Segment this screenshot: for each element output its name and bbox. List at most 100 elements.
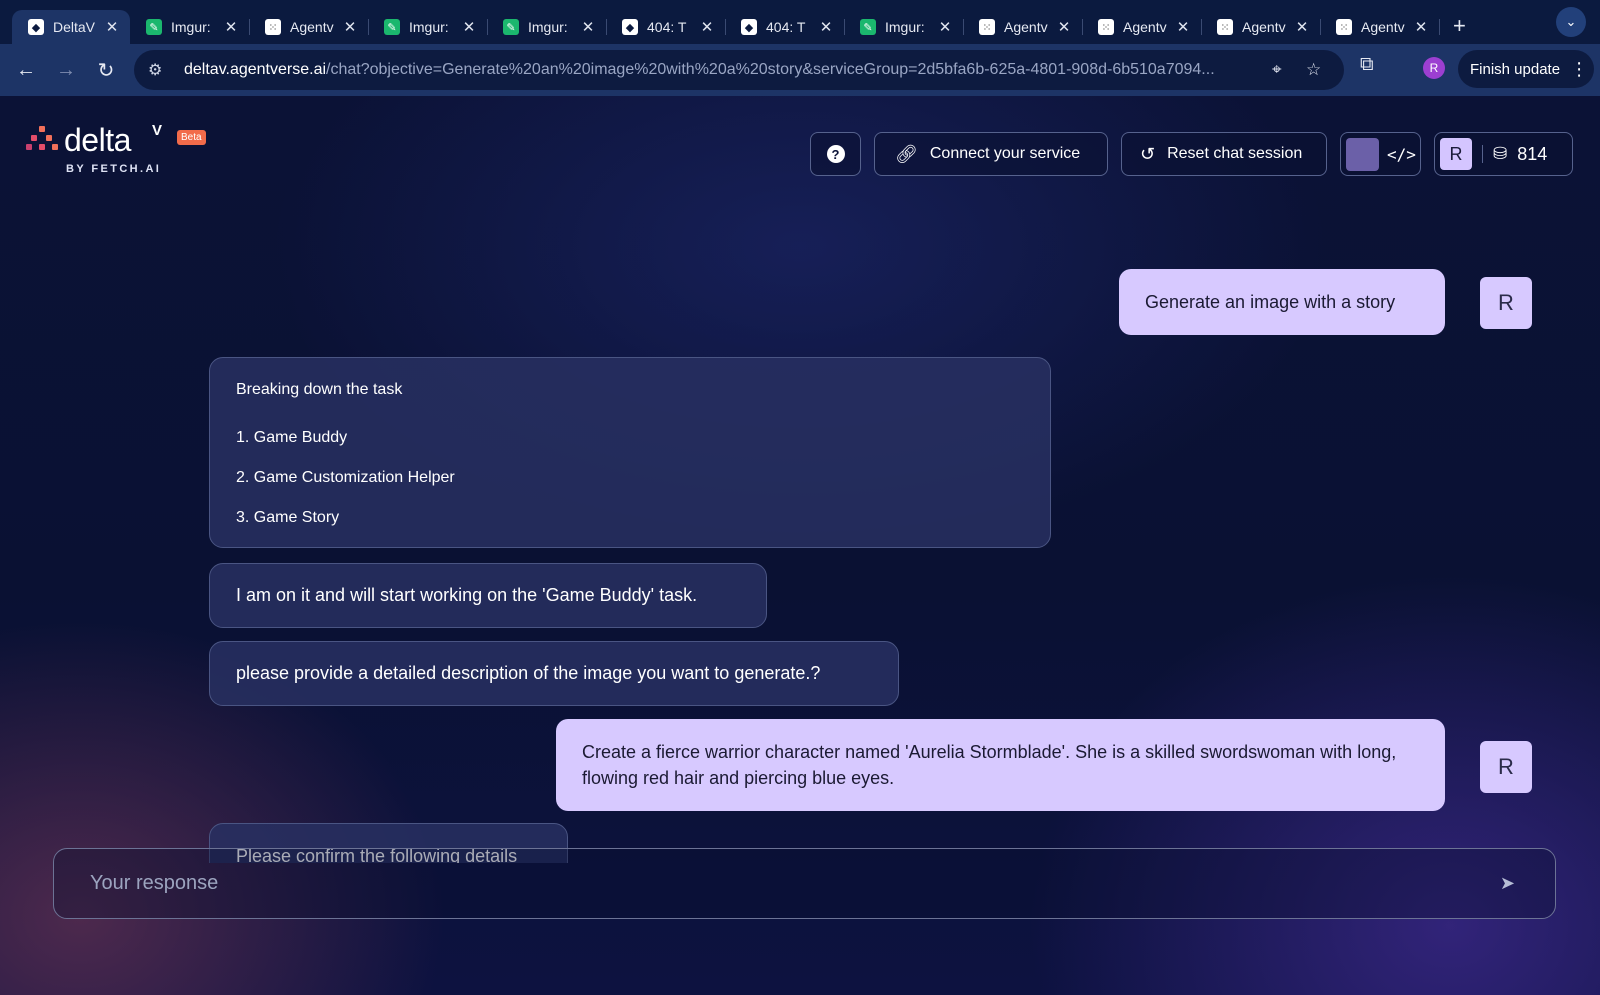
tab-title: Imgur: — [409, 19, 449, 35]
close-icon[interactable]: ✕ — [461, 18, 477, 36]
imgur-favicon-icon: ✎ — [384, 19, 400, 35]
close-icon[interactable]: ✕ — [1294, 18, 1310, 36]
logo-wordmark: delta — [64, 122, 131, 158]
browser-tab[interactable]: ✎ Imgur: ✕ — [368, 10, 488, 44]
browser-tab[interactable]: ⁙ Agentv ✕ — [1082, 10, 1202, 44]
finish-update-label: Finish update — [1470, 60, 1561, 78]
user-message-text: Generate an image with a story — [1145, 292, 1396, 312]
imgur-favicon-icon: ✎ — [146, 19, 162, 35]
account-credits-button[interactable]: R ⛁ 814 — [1434, 132, 1573, 176]
browser-tab[interactable]: ✎ Imgur: ✕ — [487, 10, 607, 44]
task-item: 1. Game Buddy — [236, 429, 348, 446]
forward-arrow-icon[interactable]: → — [48, 52, 84, 88]
tab-title: Agentv — [1242, 19, 1286, 35]
code-icon: </> — [1387, 144, 1416, 164]
browser-tab[interactable]: ⁙ Agentv ✕ — [1201, 10, 1321, 44]
site-settings-icon[interactable]: ⚙ — [148, 60, 170, 80]
agentverse-favicon-icon: ⁙ — [1217, 19, 1233, 35]
tab-title: Agentv — [1004, 19, 1048, 35]
more-vertical-icon[interactable]: ⋮ — [1570, 59, 1588, 80]
browser-toolbar: ← → ↻ ⚙ deltav.agentverse.ai/chat?object… — [0, 44, 1600, 96]
close-icon[interactable]: ✕ — [699, 18, 715, 36]
agent-message-text: I am on it and will start working on the… — [236, 585, 698, 605]
agent-message: please provide a detailed description of… — [209, 641, 899, 706]
close-icon[interactable]: ✕ — [580, 18, 596, 36]
browser-tab[interactable]: ⁙ Agentv ✕ — [249, 10, 369, 44]
agentverse-favicon-icon: ⁙ — [1336, 19, 1352, 35]
divider — [1482, 145, 1483, 163]
deltav-favicon-icon: ◆ — [622, 19, 638, 35]
tab-title: Agentv — [1123, 19, 1167, 35]
agent-message: I am on it and will start working on the… — [209, 563, 767, 628]
browser-tab[interactable]: ⁙ Agentv ✕ — [963, 10, 1083, 44]
tab-title: 404: T — [647, 19, 687, 35]
imgur-favicon-icon: ✎ — [860, 19, 876, 35]
tab-title: 404: T — [766, 19, 806, 35]
url-text[interactable]: deltav.agentverse.ai/chat?objective=Gene… — [184, 61, 1259, 79]
reset-chat-button[interactable]: ↺ Reset chat session — [1121, 132, 1327, 176]
reload-icon[interactable]: ↻ — [88, 52, 124, 88]
agentverse-favicon-icon: ⁙ — [979, 19, 995, 35]
deltav-app: delta V Beta BY FETCH.AI ? 🔗︎ Connect yo… — [0, 96, 1600, 995]
browser-tab[interactable]: ◆ 404: T ✕ — [725, 10, 845, 44]
browser-tab[interactable]: ✎ Imgur: ✕ — [130, 10, 250, 44]
url-path: /chat?objective=Generate%20an%20image%20… — [326, 61, 1215, 78]
browser-tab[interactable]: ✎ Imgur: ✕ — [844, 10, 964, 44]
new-tab-button[interactable]: + — [1453, 13, 1466, 39]
agentverse-favicon-icon: ⁙ — [1098, 19, 1114, 35]
close-icon[interactable]: ✕ — [223, 18, 239, 36]
beta-badge: Beta — [177, 130, 206, 145]
deltav-favicon-icon: ◆ — [28, 19, 44, 35]
help-question-icon: ? — [826, 145, 845, 163]
toggle-swatch — [1346, 137, 1379, 171]
help-button[interactable]: ? — [810, 132, 861, 176]
deltav-logo[interactable]: delta V Beta BY FETCH.AI — [26, 122, 216, 178]
agentverse-favicon-icon: ⁙ — [265, 19, 281, 35]
browser-tab[interactable]: ⁙ Agentv ✕ — [1320, 10, 1440, 44]
reset-chat-label: Reset chat session — [1167, 145, 1303, 162]
connect-service-label: Connect your service — [929, 145, 1081, 162]
user-avatar: R — [1440, 138, 1472, 170]
close-icon[interactable]: ✕ — [937, 18, 953, 36]
close-icon[interactable]: ✕ — [818, 18, 834, 36]
finish-update-button[interactable]: Finish update ⋮ — [1458, 50, 1594, 88]
logo-superscript: V — [152, 122, 163, 139]
close-icon[interactable]: ✕ — [342, 18, 358, 36]
close-icon[interactable]: ✕ — [104, 18, 120, 36]
send-icon[interactable]: ➤ — [1500, 873, 1515, 894]
reset-arrow-icon: ↺ — [1140, 143, 1156, 164]
bookmark-star-icon[interactable]: ☆ — [1306, 60, 1321, 80]
address-bar[interactable]: ⚙ deltav.agentverse.ai/chat?objective=Ge… — [134, 50, 1344, 90]
location-pin-icon[interactable]: ⌖ — [1272, 60, 1282, 80]
browser-profile-avatar[interactable]: R — [1423, 57, 1445, 79]
deltav-favicon-icon: ◆ — [741, 19, 757, 35]
task-breakdown-message: Breaking down the task 1. Game Buddy 2. … — [209, 357, 1051, 548]
response-input-placeholder: Your response — [90, 872, 219, 894]
user-message: Create a fierce warrior character named … — [556, 719, 1445, 811]
tab-search-chevron-icon[interactable]: ⌄ — [1556, 7, 1586, 37]
task-heading: Breaking down the task — [236, 381, 403, 398]
connect-service-button[interactable]: 🔗︎ Connect your service — [874, 132, 1108, 176]
user-message-text: Create a fierce warrior character named … — [582, 742, 1397, 788]
browser-tab-deltav[interactable]: ◆ DeltaV ✕ — [12, 10, 130, 44]
extensions-puzzle-icon[interactable]: ⧉ — [1360, 54, 1374, 76]
close-icon[interactable]: ✕ — [1413, 18, 1429, 36]
task-item: 3. Game Story — [236, 509, 340, 526]
tab-title: Imgur: — [528, 19, 568, 35]
close-icon[interactable]: ✕ — [1175, 18, 1191, 36]
link-icon: 🔗︎ — [895, 143, 918, 164]
tab-title: Agentv — [290, 19, 334, 35]
tab-title: Agentv — [1361, 19, 1405, 35]
developer-mode-toggle[interactable]: </> — [1340, 132, 1421, 176]
deltav-logo-mark-icon — [26, 126, 58, 158]
back-arrow-icon[interactable]: ← — [8, 52, 44, 88]
agent-message-text: please provide a detailed description of… — [236, 663, 821, 683]
coins-stack-icon: ⛁ — [1493, 144, 1508, 163]
browser-tab[interactable]: ◆ 404: T ✕ — [606, 10, 726, 44]
response-input[interactable]: Your response ➤ — [53, 848, 1556, 919]
task-item: 2. Game Customization Helper — [236, 469, 455, 486]
close-icon[interactable]: ✕ — [1056, 18, 1072, 36]
user-avatar: R — [1480, 741, 1532, 793]
user-message: Generate an image with a story — [1119, 269, 1445, 335]
tab-title: DeltaV — [53, 19, 96, 35]
